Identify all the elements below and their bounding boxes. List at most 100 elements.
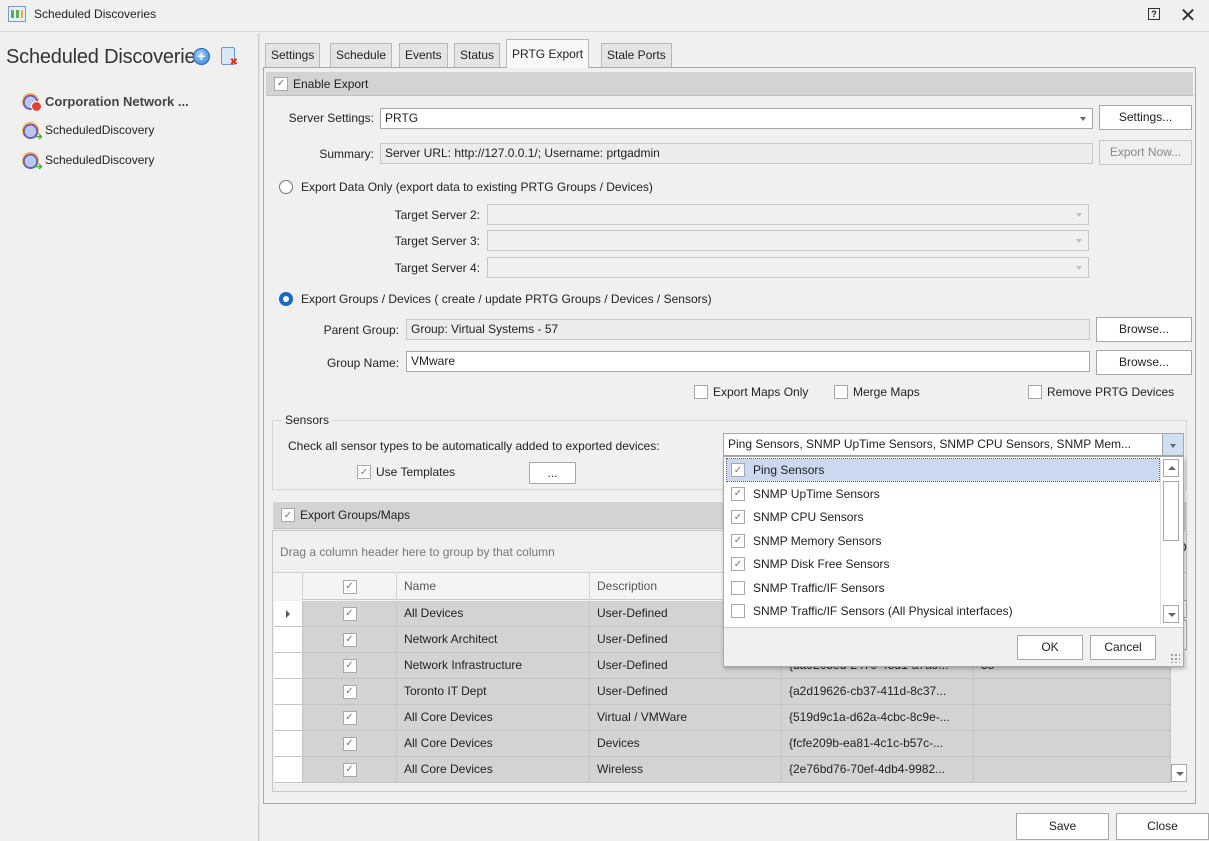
target-server-2-select[interactable]: [487, 204, 1089, 225]
merge-maps-option[interactable]: Merge Maps: [834, 385, 920, 399]
row-indicator[interactable]: [274, 627, 303, 652]
tab-schedule[interactable]: Schedule: [330, 43, 393, 67]
column-header-name[interactable]: Name: [397, 573, 590, 600]
row-select-cell[interactable]: [303, 731, 397, 756]
target-server-3-select[interactable]: [487, 230, 1089, 251]
row-indicator[interactable]: [274, 601, 303, 626]
select-all-header[interactable]: [303, 573, 397, 600]
use-templates-checkbox[interactable]: [357, 465, 371, 479]
row-checkbox[interactable]: [342, 736, 357, 751]
row-checkbox[interactable]: [342, 658, 357, 673]
row-select-cell[interactable]: [303, 679, 397, 704]
sensor-option[interactable]: SNMP Traffic/IF Sensors: [727, 577, 1159, 599]
row-select-cell[interactable]: [303, 601, 397, 626]
row-indicator[interactable]: [274, 705, 303, 730]
cell-id[interactable]: {a2d19626-cb37-411d-8c37...: [782, 679, 974, 704]
add-discovery-icon[interactable]: +: [193, 48, 210, 65]
templates-ellipsis-button[interactable]: ...: [529, 462, 576, 484]
sensor-option-checkbox[interactable]: [731, 463, 745, 477]
cell-id[interactable]: {519d9c1a-d62a-4cbc-8c9e-...: [782, 705, 974, 730]
row-checkbox[interactable]: [342, 632, 357, 647]
sensor-option[interactable]: SNMP Disk Free Sensors: [727, 553, 1159, 575]
row-checkbox[interactable]: [342, 762, 357, 777]
browse-group-name-button[interactable]: Browse...: [1096, 350, 1192, 375]
scroll-down-button[interactable]: [1163, 605, 1179, 623]
scroll-thumb[interactable]: [1163, 481, 1179, 541]
row-indicator[interactable]: [274, 757, 303, 782]
close-button[interactable]: Close: [1116, 813, 1209, 840]
cell-description[interactable]: User-Defined: [590, 679, 782, 704]
export-now-button[interactable]: Export Now...: [1099, 140, 1192, 165]
ok-button[interactable]: OK: [1017, 635, 1083, 660]
cell-name[interactable]: Network Architect: [397, 627, 590, 652]
remove-prtg-devices-checkbox[interactable]: [1028, 385, 1042, 399]
cell-extra[interactable]: [974, 679, 1171, 704]
settings-button[interactable]: Settings...: [1099, 105, 1192, 130]
export-data-only-radio[interactable]: [279, 180, 293, 194]
remove-prtg-devices-option[interactable]: Remove PRTG Devices: [1028, 385, 1174, 399]
delete-discovery-icon[interactable]: [221, 47, 238, 68]
table-row[interactable]: All Core DevicesWireless{2e76bd76-70ef-4…: [274, 757, 1171, 783]
row-select-cell[interactable]: [303, 627, 397, 652]
sensor-option-checkbox[interactable]: [731, 604, 745, 618]
cell-name[interactable]: All Devices: [397, 601, 590, 626]
cell-name[interactable]: All Core Devices: [397, 705, 590, 730]
sensor-option[interactable]: SNMP CPU Sensors: [727, 506, 1159, 528]
row-checkbox[interactable]: [342, 606, 357, 621]
row-select-cell[interactable]: [303, 705, 397, 730]
row-select-cell[interactable]: [303, 757, 397, 782]
table-row[interactable]: All Core DevicesVirtual / VMWare{519d9c1…: [274, 705, 1171, 731]
table-row[interactable]: Toronto IT DeptUser-Defined{a2d19626-cb3…: [274, 679, 1171, 705]
target-server-4-select[interactable]: [487, 257, 1089, 278]
row-checkbox[interactable]: [342, 684, 357, 699]
row-checkbox[interactable]: [342, 710, 357, 725]
row-select-cell[interactable]: [303, 653, 397, 678]
enable-export-checkbox[interactable]: [274, 76, 288, 91]
cell-name[interactable]: Toronto IT Dept: [397, 679, 590, 704]
sensor-option-checkbox[interactable]: [731, 510, 745, 524]
row-indicator[interactable]: [274, 679, 303, 704]
cancel-button[interactable]: Cancel: [1090, 635, 1156, 660]
sensor-types-combo[interactable]: Ping Sensors, SNMP UpTime Sensors, SNMP …: [723, 433, 1163, 456]
discovery-item[interactable]: ScheduledDiscovery: [22, 149, 154, 173]
browse-parent-group-button[interactable]: Browse...: [1096, 317, 1192, 342]
row-indicator[interactable]: [274, 653, 303, 678]
export-groups-radio[interactable]: [279, 292, 293, 306]
cell-extra[interactable]: [974, 731, 1171, 756]
tab-stale-ports[interactable]: Stale Ports: [601, 43, 672, 67]
tab-events[interactable]: Events: [399, 43, 448, 67]
cell-description[interactable]: Devices: [590, 731, 782, 756]
sensor-types-dropdown-button[interactable]: [1162, 433, 1184, 456]
sensor-option[interactable]: SNMP UpTime Sensors: [727, 483, 1159, 505]
export-maps-only-option[interactable]: Export Maps Only: [694, 385, 808, 399]
scroll-down-button[interactable]: [1171, 764, 1187, 782]
sensor-option-checkbox[interactable]: [731, 580, 745, 595]
scroll-up-button[interactable]: [1163, 459, 1179, 477]
cell-description[interactable]: Wireless: [590, 757, 782, 782]
use-templates-option[interactable]: Use Templates: [357, 465, 455, 479]
cell-description[interactable]: Virtual / VMWare: [590, 705, 782, 730]
export-maps-only-checkbox[interactable]: [694, 385, 708, 399]
resize-grip[interactable]: [1170, 653, 1180, 663]
close-window-button[interactable]: ✕: [1177, 3, 1199, 28]
row-indicator[interactable]: [274, 731, 303, 756]
sensor-option[interactable]: SNMP Traffic/IF Sensors (All Physical in…: [727, 600, 1159, 622]
group-name-input[interactable]: VMware: [406, 351, 1090, 372]
select-all-checkbox[interactable]: [342, 579, 357, 594]
sensor-option-checkbox[interactable]: [731, 486, 745, 501]
discovery-item[interactable]: Corporation Network ...: [22, 90, 189, 112]
cell-id[interactable]: {2e76bd76-70ef-4db4-9982...: [782, 757, 974, 782]
cell-id[interactable]: {fcfe209b-ea81-4c1c-b57c-...: [782, 731, 974, 756]
tab-prtg-export[interactable]: PRTG Export: [506, 39, 590, 68]
tab-status[interactable]: Status: [454, 43, 501, 67]
cell-name[interactable]: Network Infrastructure: [397, 653, 590, 678]
cell-name[interactable]: All Core Devices: [397, 757, 590, 782]
sensor-option-checkbox[interactable]: [731, 533, 745, 548]
cell-extra[interactable]: [974, 705, 1171, 730]
merge-maps-checkbox[interactable]: [834, 385, 848, 399]
popup-scrollbar[interactable]: [1160, 459, 1180, 624]
table-row[interactable]: All Core DevicesDevices{fcfe209b-ea81-4c…: [274, 731, 1171, 757]
panel-splitter[interactable]: [258, 33, 260, 841]
cell-name[interactable]: All Core Devices: [397, 731, 590, 756]
help-icon[interactable]: ?: [1148, 8, 1160, 20]
